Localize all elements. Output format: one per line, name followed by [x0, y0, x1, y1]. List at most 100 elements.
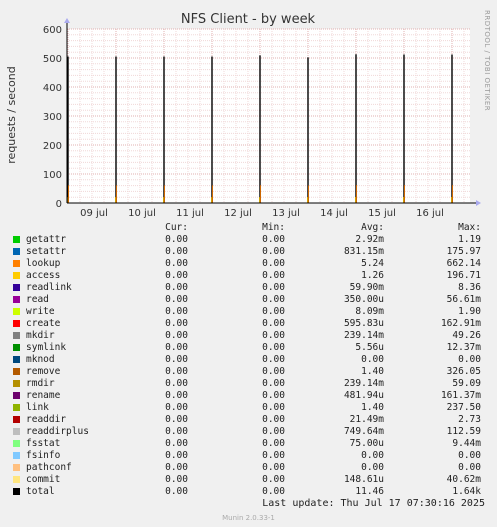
legend-avg: 1.40: [361, 366, 384, 377]
legend-max: 0.00: [458, 450, 481, 461]
legend-cur: 0.00: [165, 486, 188, 497]
legend-max: 9.44m: [452, 438, 481, 449]
header-cur: Cur:: [165, 222, 188, 233]
legend-swatch: [13, 368, 20, 375]
legend-avg: 749.64m: [343, 426, 384, 437]
legend-max: 161.37m: [440, 390, 481, 401]
legend-min: 0.00: [262, 486, 285, 497]
legend-avg: 481.94u: [343, 390, 384, 401]
legend-row: readdir 0.00 0.00 21.49m 2.73: [0, 414, 497, 426]
legend-swatch: [13, 380, 20, 387]
legend-avg: 595.83u: [343, 318, 384, 329]
legend-avg: 831.15m: [343, 246, 384, 257]
legend-row: getattr 0.00 0.00 2.92m 1.19: [0, 234, 497, 246]
legend-name: readdirplus: [26, 426, 89, 437]
legend-swatch: [13, 344, 20, 351]
legend-swatch: [13, 488, 20, 495]
legend-swatch: [13, 284, 20, 291]
legend-row: create 0.00 0.00 595.83u 162.91m: [0, 318, 497, 330]
legend-min: 0.00: [262, 402, 285, 413]
legend-min: 0.00: [262, 330, 285, 341]
legend-name: rename: [26, 390, 61, 401]
legend-row: write 0.00 0.00 8.09m 1.90: [0, 306, 497, 318]
x-tick-label: 13 jul: [272, 208, 300, 219]
legend-name: read: [26, 294, 49, 305]
legend-avg: 5.24: [361, 258, 384, 269]
legend-min: 0.00: [262, 282, 285, 293]
legend-max: 1.90: [458, 306, 481, 317]
legend-min: 0.00: [262, 366, 285, 377]
legend-max: 0.00: [458, 462, 481, 473]
header-avg: Avg:: [361, 222, 384, 233]
legend-row: setattr 0.00 0.00 831.15m 175.97: [0, 246, 497, 258]
legend-avg: 0.00: [361, 462, 384, 473]
legend-name: remove: [26, 366, 61, 377]
legend-max: 0.00: [458, 354, 481, 365]
legend-row: access 0.00 0.00 1.26 196.71: [0, 270, 497, 282]
legend-swatch: [13, 308, 20, 315]
legend-min: 0.00: [262, 450, 285, 461]
legend-cur: 0.00: [165, 438, 188, 449]
legend-max: 40.62m: [446, 474, 481, 485]
legend-cur: 0.00: [165, 282, 188, 293]
legend-min: 0.00: [262, 234, 285, 245]
legend-row: fsstat 0.00 0.00 75.00u 9.44m: [0, 438, 497, 450]
legend-name: access: [26, 270, 61, 281]
legend-name: create: [26, 318, 61, 329]
legend-cur: 0.00: [165, 426, 188, 437]
legend-name: setattr: [26, 246, 67, 257]
legend-min: 0.00: [262, 414, 285, 425]
legend-min: 0.00: [262, 258, 285, 269]
y-tick-label: 500: [43, 54, 62, 65]
header-max: Max:: [458, 222, 481, 233]
legend-cur: 0.00: [165, 270, 188, 281]
legend-max: 326.05: [446, 366, 481, 377]
legend-row: link 0.00 0.00 1.40 237.50: [0, 402, 497, 414]
legend-min: 0.00: [262, 246, 285, 257]
legend-avg: 11.46: [355, 486, 384, 497]
legend-min: 0.00: [262, 318, 285, 329]
legend-max: 1.64k: [452, 486, 481, 497]
legend-cur: 0.00: [165, 306, 188, 317]
legend-max: 1.19: [458, 234, 481, 245]
legend-min: 0.00: [262, 474, 285, 485]
x-tick-label: 11 jul: [176, 208, 204, 219]
legend-name: mknod: [26, 354, 55, 365]
legend-name: lookup: [26, 258, 61, 269]
y-axis-arrow: [64, 18, 70, 23]
legend-min: 0.00: [262, 462, 285, 473]
rrdtool-credit: RRDTOOL / TOBI OETIKER: [483, 10, 491, 111]
legend-rows: getattr 0.00 0.00 2.92m 1.19 setattr 0.00 0.00 8…: [0, 234, 497, 498]
munin-version: Munin 2.0.33-1: [222, 514, 275, 522]
legend-row: fsinfo 0.00 0.00 0.00 0.00: [0, 450, 497, 462]
y-tick-label: 200: [43, 141, 62, 152]
legend-min: 0.00: [262, 426, 285, 437]
legend-name: fsinfo: [26, 450, 61, 461]
legend-avg: 350.00u: [343, 294, 384, 305]
header-min: Min:: [262, 222, 285, 233]
legend-name: total: [26, 486, 55, 497]
legend-max: 662.14: [446, 258, 481, 269]
legend-swatch: [13, 464, 20, 471]
legend-cur: 0.00: [165, 366, 188, 377]
legend-max: 196.71: [446, 270, 481, 281]
legend-row: readlink 0.00 0.00 59.90m 8.36: [0, 282, 497, 294]
y-tick-label: 0: [56, 199, 62, 210]
legend-max: 175.97: [446, 246, 481, 257]
x-tick-label: 15 jul: [368, 208, 396, 219]
x-tick-label: 10 jul: [128, 208, 156, 219]
legend-swatch: [13, 296, 20, 303]
legend-cur: 0.00: [165, 450, 188, 461]
legend-name: pathconf: [26, 462, 72, 473]
legend-max: 112.59: [446, 426, 481, 437]
legend-name: commit: [26, 474, 61, 485]
legend-avg: 5.56u: [355, 342, 384, 353]
legend-swatch: [13, 272, 20, 279]
y-tick-label: 100: [43, 170, 62, 181]
legend-min: 0.00: [262, 378, 285, 389]
legend-swatch: [13, 332, 20, 339]
legend-cur: 0.00: [165, 342, 188, 353]
legend-name: symlink: [26, 342, 67, 353]
legend-min: 0.00: [262, 438, 285, 449]
legend-cur: 0.00: [165, 354, 188, 365]
